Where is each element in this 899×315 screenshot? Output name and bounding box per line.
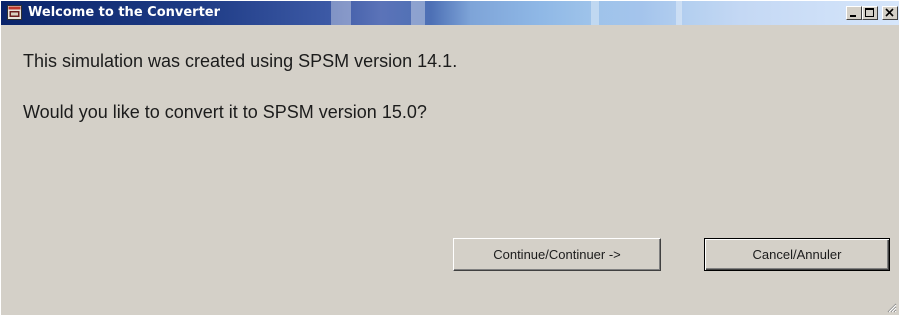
window-title: Welcome to the Converter bbox=[28, 5, 221, 20]
close-button[interactable] bbox=[882, 6, 898, 20]
converter-dialog: Welcome to the Converter This simulation… bbox=[0, 0, 899, 315]
maximize-button[interactable] bbox=[862, 6, 878, 20]
minimize-button[interactable] bbox=[846, 6, 862, 20]
title-bar[interactable]: Welcome to the Converter bbox=[1, 1, 899, 25]
close-icon bbox=[885, 8, 894, 17]
message-convert-question: Would you like to convert it to SPSM ver… bbox=[23, 102, 427, 122]
resize-grip-icon[interactable] bbox=[885, 301, 897, 313]
maximize-icon bbox=[865, 8, 874, 17]
app-icon[interactable] bbox=[7, 5, 22, 20]
cancel-button[interactable]: Cancel/Annuler bbox=[704, 238, 890, 271]
message-version-created: This simulation was created using SPSM v… bbox=[23, 51, 458, 71]
continue-button[interactable]: Continue/Continuer -> bbox=[453, 238, 661, 271]
minimize-icon bbox=[850, 15, 856, 17]
